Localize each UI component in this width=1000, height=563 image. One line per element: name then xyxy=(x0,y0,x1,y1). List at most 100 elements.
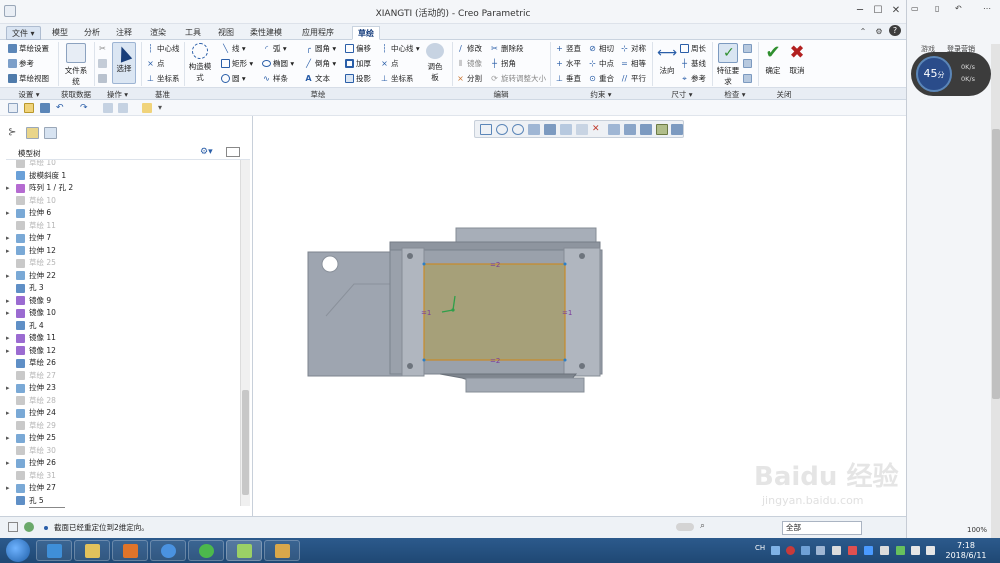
tangent-constraint-button[interactable]: ⊘ 相切 xyxy=(588,42,614,54)
scrollbar-thumb[interactable] xyxy=(242,390,249,495)
expand-arrow-icon[interactable]: ▸ xyxy=(6,482,16,494)
tab-applications[interactable]: 应用程序 xyxy=(297,26,339,40)
undo-icon[interactable]: ↶ xyxy=(56,103,66,113)
text-button[interactable]: A 文本 xyxy=(304,72,330,84)
tree-item[interactable]: 草绘 11 xyxy=(6,220,56,232)
find-icon[interactable]: ⌕ xyxy=(700,521,705,531)
tree-item[interactable]: ▸ 拉伸 25 xyxy=(6,432,56,444)
perimeter-button[interactable]: 周长 xyxy=(680,42,706,54)
ellipse-button[interactable]: 椭圆 ▾ xyxy=(262,57,294,69)
vertical-constraint-button[interactable]: + 竖直 xyxy=(555,42,581,54)
taskbar-app[interactable] xyxy=(264,540,300,561)
expand-arrow-icon[interactable]: ▸ xyxy=(6,307,16,319)
spline-button[interactable]: ∿ 样条 xyxy=(262,72,288,84)
offset-button[interactable]: 偏移 xyxy=(345,42,371,54)
regenerate-icon[interactable] xyxy=(103,103,113,113)
construction-mode-button[interactable]: 构造模式 xyxy=(188,43,212,83)
equal-constraint-button[interactable]: = 相等 xyxy=(620,57,646,69)
project-button[interactable]: 投影 xyxy=(345,72,371,84)
thicken-button[interactable]: 加厚 xyxy=(345,57,371,69)
select-button[interactable]: 选择 xyxy=(112,42,136,84)
references-button[interactable]: 参考 xyxy=(8,57,34,69)
file-system-button[interactable]: 文件系统 xyxy=(62,43,90,87)
tree-item[interactable]: ▸ 拉伸 7 xyxy=(6,232,51,244)
tab-view[interactable]: 视图 xyxy=(213,26,239,40)
tree-item[interactable]: 草绘 30 xyxy=(6,445,56,457)
modify-button[interactable]: ∕ 修改 xyxy=(456,42,482,54)
tray-icon[interactable] xyxy=(848,546,857,555)
tray-icon[interactable] xyxy=(801,546,810,555)
selection-filter-dropdown[interactable]: 全部 xyxy=(782,521,862,535)
start-button[interactable] xyxy=(6,539,30,562)
scrollbar-thumb[interactable] xyxy=(992,129,1000,399)
group-setup[interactable]: 设置 ▾ xyxy=(0,89,58,100)
palette-button[interactable]: 调色板 xyxy=(424,43,446,83)
tree-item[interactable]: ▸ 拉伸 6 xyxy=(6,207,51,219)
ribbon-collapse-icon[interactable]: ⌃ xyxy=(857,25,869,39)
tree-item[interactable]: ▸ 镜像 12 xyxy=(6,345,56,357)
menu-icon[interactable]: ▭ xyxy=(911,4,919,13)
tray-icon[interactable] xyxy=(786,546,795,555)
tree-item[interactable]: 孔 5 xyxy=(6,495,44,507)
browser-toggle-icon[interactable] xyxy=(24,522,34,532)
cancel-button[interactable]: ✖ 取消 xyxy=(786,43,808,76)
overlapping-geometry-icon[interactable] xyxy=(743,57,754,69)
circle-button[interactable]: 圆 ▾ xyxy=(221,72,246,84)
tree-item[interactable]: 拔模斜度 1 xyxy=(6,170,66,182)
maximize-button[interactable]: ☐ xyxy=(870,4,886,18)
tree-item[interactable]: 草绘 26 xyxy=(6,357,56,369)
tray-icon[interactable] xyxy=(832,546,841,555)
tab-analysis[interactable]: 分析 xyxy=(79,26,105,40)
coincident-constraint-button[interactable]: ⊙ 重合 xyxy=(588,72,614,84)
tree-item[interactable]: ▸ 镜像 11 xyxy=(6,332,56,344)
expand-arrow-icon[interactable]: ▸ xyxy=(6,332,16,344)
new-file-icon[interactable] xyxy=(8,103,18,113)
tree-item[interactable]: ▸ 拉伸 26 xyxy=(6,457,56,469)
tree-item[interactable]: ▸ 镜像 10 xyxy=(6,307,56,319)
tree-item[interactable]: ▸ 镜像 9 xyxy=(6,295,51,307)
centerline-button[interactable]: ┆ 中心线 ▾ xyxy=(380,42,420,54)
zoom-level[interactable]: 100% xyxy=(967,526,987,534)
volume-icon[interactable] xyxy=(926,546,935,555)
taskbar-app[interactable] xyxy=(74,540,110,561)
reference-dimension-button[interactable]: ⌖ 参考 xyxy=(680,72,706,84)
cut-icon[interactable]: ✂ xyxy=(98,42,109,54)
system-clock[interactable]: 7:18 2018/6/11 xyxy=(940,541,992,561)
tree-item[interactable]: ▸ 拉伸 23 xyxy=(6,382,56,394)
tree-settings-icon[interactable]: ⚙▾ xyxy=(200,147,214,157)
group-constrain[interactable]: 约束 ▾ xyxy=(550,89,652,100)
expand-arrow-icon[interactable]: ▸ xyxy=(6,270,16,282)
tree-item[interactable]: 草绘 27 xyxy=(6,370,56,382)
expand-arrow-icon[interactable]: ▸ xyxy=(6,345,16,357)
tree-item[interactable]: 孔 3 xyxy=(6,282,44,294)
rotate-resize-button[interactable]: ⟳ 旋转调整大小 xyxy=(490,72,546,84)
tree-item[interactable]: ▸ 拉伸 24 xyxy=(6,407,56,419)
tree-item[interactable]: 草绘 29 xyxy=(6,420,56,432)
windows-icon[interactable] xyxy=(118,103,128,113)
group-dimension[interactable]: 尺寸 ▾ xyxy=(652,89,712,100)
midpoint-constraint-button[interactable]: ⊹ 中点 xyxy=(588,57,614,69)
copy-icon[interactable] xyxy=(98,57,109,69)
tree-item[interactable]: 草绘 10 xyxy=(6,160,56,169)
expand-arrow-icon[interactable]: ▸ xyxy=(6,432,16,444)
datum-point-button[interactable]: × 点 xyxy=(146,57,164,69)
delete-segment-button[interactable]: ✂ 删除段 xyxy=(490,42,523,54)
tab-model[interactable]: 模型 xyxy=(47,26,73,40)
navigator-toggle-icon[interactable] xyxy=(8,522,18,532)
tree-item[interactable]: 草绘 31 xyxy=(6,470,56,482)
tree-item[interactable]: 孔 4 xyxy=(6,320,44,332)
datum-centerline-button[interactable]: ┆ 中心线 xyxy=(146,42,179,54)
more-icon[interactable]: ⋯ xyxy=(983,4,991,13)
tab-flexible-modeling[interactable]: 柔性建模 xyxy=(245,26,287,40)
taskbar-app[interactable] xyxy=(112,540,148,561)
close-window-icon[interactable] xyxy=(142,103,152,113)
taskbar-app-creo[interactable] xyxy=(226,540,262,561)
expand-arrow-icon[interactable]: ▸ xyxy=(6,245,16,257)
normal-dimension-button[interactable]: ⟷ 法向 xyxy=(656,43,678,76)
feature-requirements-button[interactable]: ✓ 特征要求 xyxy=(716,43,740,87)
tab-annotate[interactable]: 注释 xyxy=(111,26,137,40)
tab-sketch[interactable]: 草绘 xyxy=(352,26,380,40)
symmetric-constraint-button[interactable]: ⊹ 对称 xyxy=(620,42,646,54)
help-icon[interactable]: ? xyxy=(889,25,901,36)
page-scrollbar[interactable] xyxy=(991,44,1000,538)
